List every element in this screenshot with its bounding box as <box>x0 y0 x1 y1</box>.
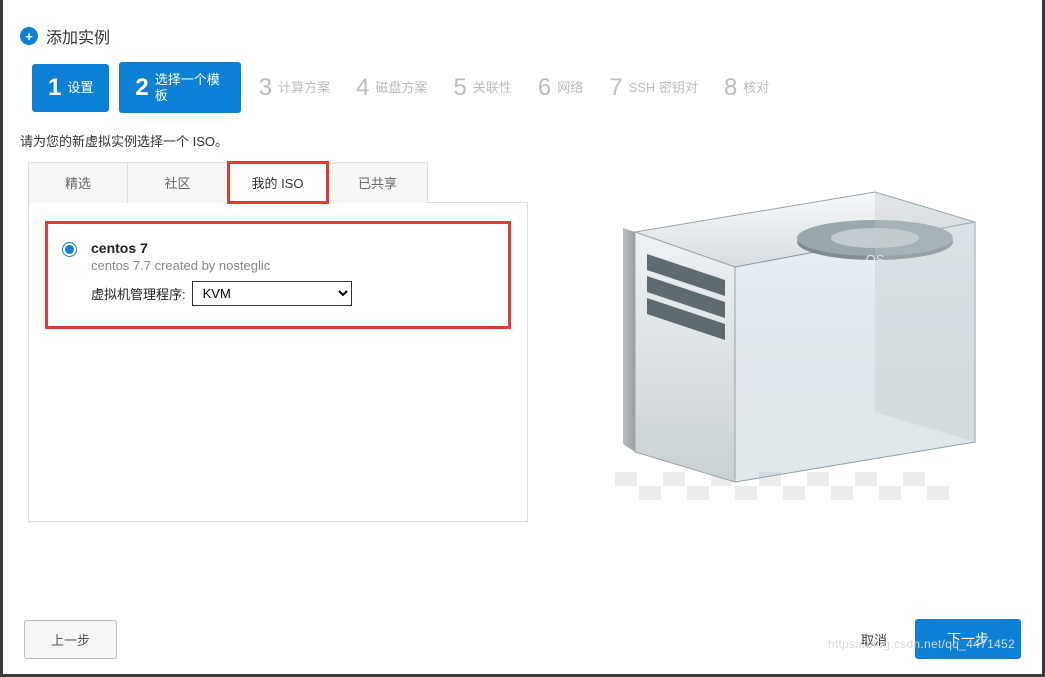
next-button[interactable]: 下一步 <box>915 619 1021 659</box>
step-review[interactable]: 8 核对 <box>716 70 777 106</box>
illustration-pane: OS <box>552 162 1017 522</box>
step-disk-offering[interactable]: 4 磁盘方案 <box>348 70 435 106</box>
tab-featured[interactable]: 精选 <box>28 162 128 203</box>
cancel-button[interactable]: 取消 <box>861 630 887 649</box>
tab-community[interactable]: 社区 <box>128 162 228 203</box>
dialog-header: + 添加实例 <box>0 0 1045 62</box>
iso-tabs: 精选 社区 我的 ISO 已共享 <box>28 162 528 203</box>
hypervisor-label: 虚拟机管理程序: <box>91 284 186 303</box>
dialog-title: 添加实例 <box>46 24 110 48</box>
step-compute-offering[interactable]: 3 计算方案 <box>251 70 338 106</box>
wizard-steps: 1 设置 2 选择一个模板 3 计算方案 4 磁盘方案 5 关联性 6 网络 7… <box>0 62 1045 131</box>
step-affinity[interactable]: 5 关联性 <box>445 70 519 106</box>
tab-shared[interactable]: 已共享 <box>328 162 428 203</box>
iso-description: centos 7.7 created by nosteglic <box>91 258 494 273</box>
hypervisor-select[interactable]: KVM <box>192 281 352 306</box>
step-ssh-keypair[interactable]: 7 SSH 密钥对 <box>601 70 706 106</box>
iso-list-panel: centos 7 centos 7.7 created by nosteglic… <box>28 202 528 522</box>
plus-circle-icon: + <box>20 27 38 45</box>
iso-radio[interactable] <box>62 242 77 257</box>
wizard-footer: 上一步 取消 下一步 <box>0 619 1045 659</box>
template-picker: 精选 社区 我的 ISO 已共享 centos 7 centos 7.7 cre… <box>28 162 528 522</box>
server-illustration-icon: OS <box>575 172 995 512</box>
step-network[interactable]: 6 网络 <box>530 70 591 106</box>
instruction-text: 请为您的新虚拟实例选择一个 ISO。 <box>0 131 1045 162</box>
tab-my-iso[interactable]: 我的 ISO <box>228 162 328 203</box>
iso-name: centos 7 <box>91 240 494 256</box>
step-settings[interactable]: 1 设置 <box>32 64 109 112</box>
iso-item[interactable]: centos 7 centos 7.7 created by nosteglic… <box>45 221 511 329</box>
prev-button[interactable]: 上一步 <box>24 620 117 659</box>
step-template[interactable]: 2 选择一个模板 <box>119 62 240 113</box>
